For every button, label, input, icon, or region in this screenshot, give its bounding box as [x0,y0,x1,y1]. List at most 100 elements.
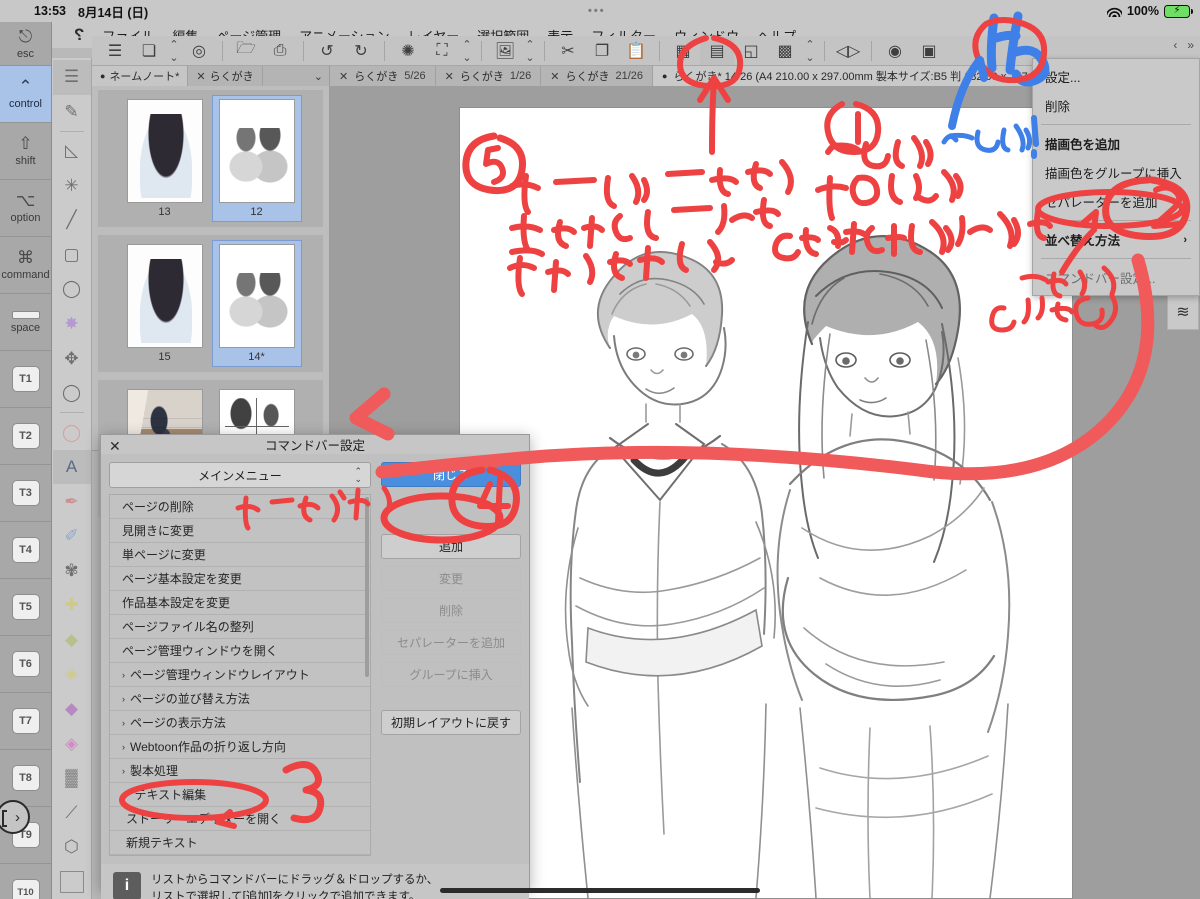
grid-icon[interactable]: ▦ [666,37,700,65]
key-t1[interactable]: T1 [0,351,51,408]
new-chevron-icon[interactable]: ⌃ ⌄ [166,37,182,65]
page-thumb-12[interactable]: 12 [211,95,302,222]
close-icon[interactable]: ✕ [339,70,348,83]
list-item[interactable]: › ページの並び替え方法 [110,687,370,711]
page-thumb-14[interactable]: 14* [211,240,302,367]
list-item[interactable]: 単ページに変更 [110,543,370,567]
key-space[interactable]: space [0,294,51,351]
list-item[interactable]: ページ基本設定を変更 [110,567,370,591]
tool-gradient-fill-icon[interactable]: ◈ [53,726,91,761]
tool-gradient-icon[interactable]: ▓ [53,761,91,796]
tool-pen-tool-icon[interactable]: ✒ [53,484,91,519]
tool-line-ruler-icon[interactable]: ╱ [53,203,91,238]
import-chevron-icon[interactable]: ⌃ ⌄ [522,37,538,65]
tool-figure-ellipse-icon[interactable]: ◯ [53,376,91,411]
ctx-item-command-bar-settings[interactable]: コマンドバー設定... [1033,263,1199,292]
canvas-paper[interactable] [460,108,1072,898]
ctx-item-add-separator[interactable]: セパレーターを追加 [1033,187,1199,216]
next-chevron-icon[interactable]: » [1187,38,1194,52]
list-item[interactable]: › ページ管理ウィンドウレイアウト [110,663,370,687]
tool-eraser-soft-icon[interactable]: ◈ [53,657,91,692]
ctx-item-insert-drawing-color-group[interactable]: 描画色をグループに挿入 [1033,158,1199,187]
document-tab-2[interactable]: ✕ らくがき 1/26 [436,66,542,86]
list-item[interactable]: ページファイル名の整列 [110,615,370,639]
key-t7[interactable]: T7 [0,693,51,750]
key-shift[interactable]: ⇧ shift [0,123,51,180]
close-button[interactable]: 閉じる [381,462,521,487]
tool-balloon-icon[interactable]: ◯ [53,415,91,450]
preview-icon[interactable]: ▣ [912,37,946,65]
copy-icon[interactable]: ❐ [585,37,619,65]
key-t5[interactable]: T5 [0,579,51,636]
list-item-story-editor[interactable]: ストーリーエディターを開く [110,807,370,831]
tool-airbrush-icon[interactable]: ✐ [53,519,91,554]
tool-blend-icon[interactable]: ✾ [53,553,91,588]
tool-move-icon[interactable]: ✥ [53,341,91,376]
list-item[interactable]: › Webtoon作品の折り返し方向 [110,735,370,759]
open-icon[interactable]: 🗁 [229,37,263,65]
hamburger-menu-icon[interactable]: ☰ [98,37,132,65]
tool-eyedropper-icon[interactable]: ⟋ [53,795,91,830]
tool-text-icon[interactable]: A [52,449,91,485]
save-icon[interactable]: ⎙ [263,37,297,65]
key-control[interactable]: ⌃ control [0,66,51,123]
page-tab-rakugaki[interactable]: ✕ らくがき [188,66,263,86]
undo-icon[interactable]: ↺ [310,37,344,65]
tool-ruler-icon[interactable]: ✳ [53,168,91,203]
paste-icon[interactable]: 📋 [619,37,653,65]
document-tab-1[interactable]: ✕ らくがき 5/26 [330,66,436,86]
tool-3d-object-icon[interactable]: ⬡ [53,830,91,865]
transparent-pixel-icon[interactable]: ▩ [768,37,802,65]
tool-lasso-select-icon[interactable]: ◯ [53,272,91,307]
menu-category-dropdown[interactable]: メインメニュー ⌃ ⌄ [109,462,371,488]
list-item[interactable]: 作品基本設定を変更 [110,591,370,615]
story-editor-icon[interactable]: ▤ [700,36,734,65]
key-t3[interactable]: T3 [0,465,51,522]
cut-icon[interactable]: ✂ [551,37,585,65]
command-list[interactable]: ページの削除 見開きに変更 単ページに変更 ページ基本設定を変更 作品基本設定を… [109,494,371,856]
redo-icon[interactable]: ↻ [344,37,378,65]
tool-fill-icon[interactable]: ◆ [53,692,91,727]
import-image-icon[interactable]: 🖼 [488,37,522,65]
tool-marquee-select-icon[interactable]: ▢ [53,238,91,273]
key-esc[interactable]: ⎋ esc [0,22,51,66]
key-t10[interactable]: T10 [0,864,51,899]
page-tab-name-note[interactable]: ● ネームノート* [92,66,189,86]
flip-horizontal-icon[interactable]: ◁▷ [831,37,865,65]
new-icon[interactable]: ❏ [132,37,166,65]
quick-access-icon[interactable]: ◎ [182,37,216,65]
key-t6[interactable]: T6 [0,636,51,693]
tool-menu-icon[interactable]: ☰ [52,60,91,95]
transparent-chevron-icon[interactable]: ⌃ ⌄ [802,37,818,65]
tool-decoration-icon[interactable]: ✚ [53,588,91,623]
close-icon[interactable]: ✕ [109,438,121,455]
page-thumb-15[interactable]: 15 [121,241,209,366]
tool-magic-wand-select-icon[interactable]: ◺ [53,134,91,169]
key-t8[interactable]: T8 [0,750,51,807]
key-t4[interactable]: T4 [0,522,51,579]
tool-eraser-icon[interactable]: ◆ [53,623,91,658]
key-t2[interactable]: T2 [0,408,51,465]
page-thumb-13[interactable]: 13 [121,96,209,221]
ctx-item-add-drawing-color[interactable]: 描画色を追加 [1033,129,1199,158]
close-icon[interactable]: ✕ [196,70,205,83]
close-icon[interactable]: ✕ [445,70,454,83]
close-icon[interactable]: ✕ [550,70,559,83]
chevron-down-icon[interactable]: ⌄ [314,70,329,83]
add-button[interactable]: 追加 [381,534,521,559]
layer-stack-icon[interactable]: ≋ [1168,295,1198,329]
tool-auto-select-icon[interactable]: ✸ [53,307,91,342]
document-tab-3[interactable]: ✕ らくがき 21/26 [541,66,654,86]
key-command[interactable]: ⌘ command [0,237,51,294]
list-item[interactable]: 見開きに変更 [110,519,370,543]
rotate-canvas-icon[interactable]: ◉ [878,37,912,65]
clear-icon[interactable]: ✺ [391,37,425,65]
list-scrollbar[interactable] [365,497,369,677]
reset-layout-button[interactable]: 初期レイアウトに戻す [381,710,521,735]
list-item[interactable]: 新規テキスト [110,831,370,855]
ctx-item-settings[interactable]: 設定... [1033,62,1199,91]
select-layer-icon[interactable]: ◱ [734,37,768,65]
list-item[interactable]: ページの削除 [110,495,370,519]
prev-chevron-icon[interactable]: ‹ [1173,38,1177,52]
tool-pen-icon[interactable]: ✎ [53,95,91,130]
